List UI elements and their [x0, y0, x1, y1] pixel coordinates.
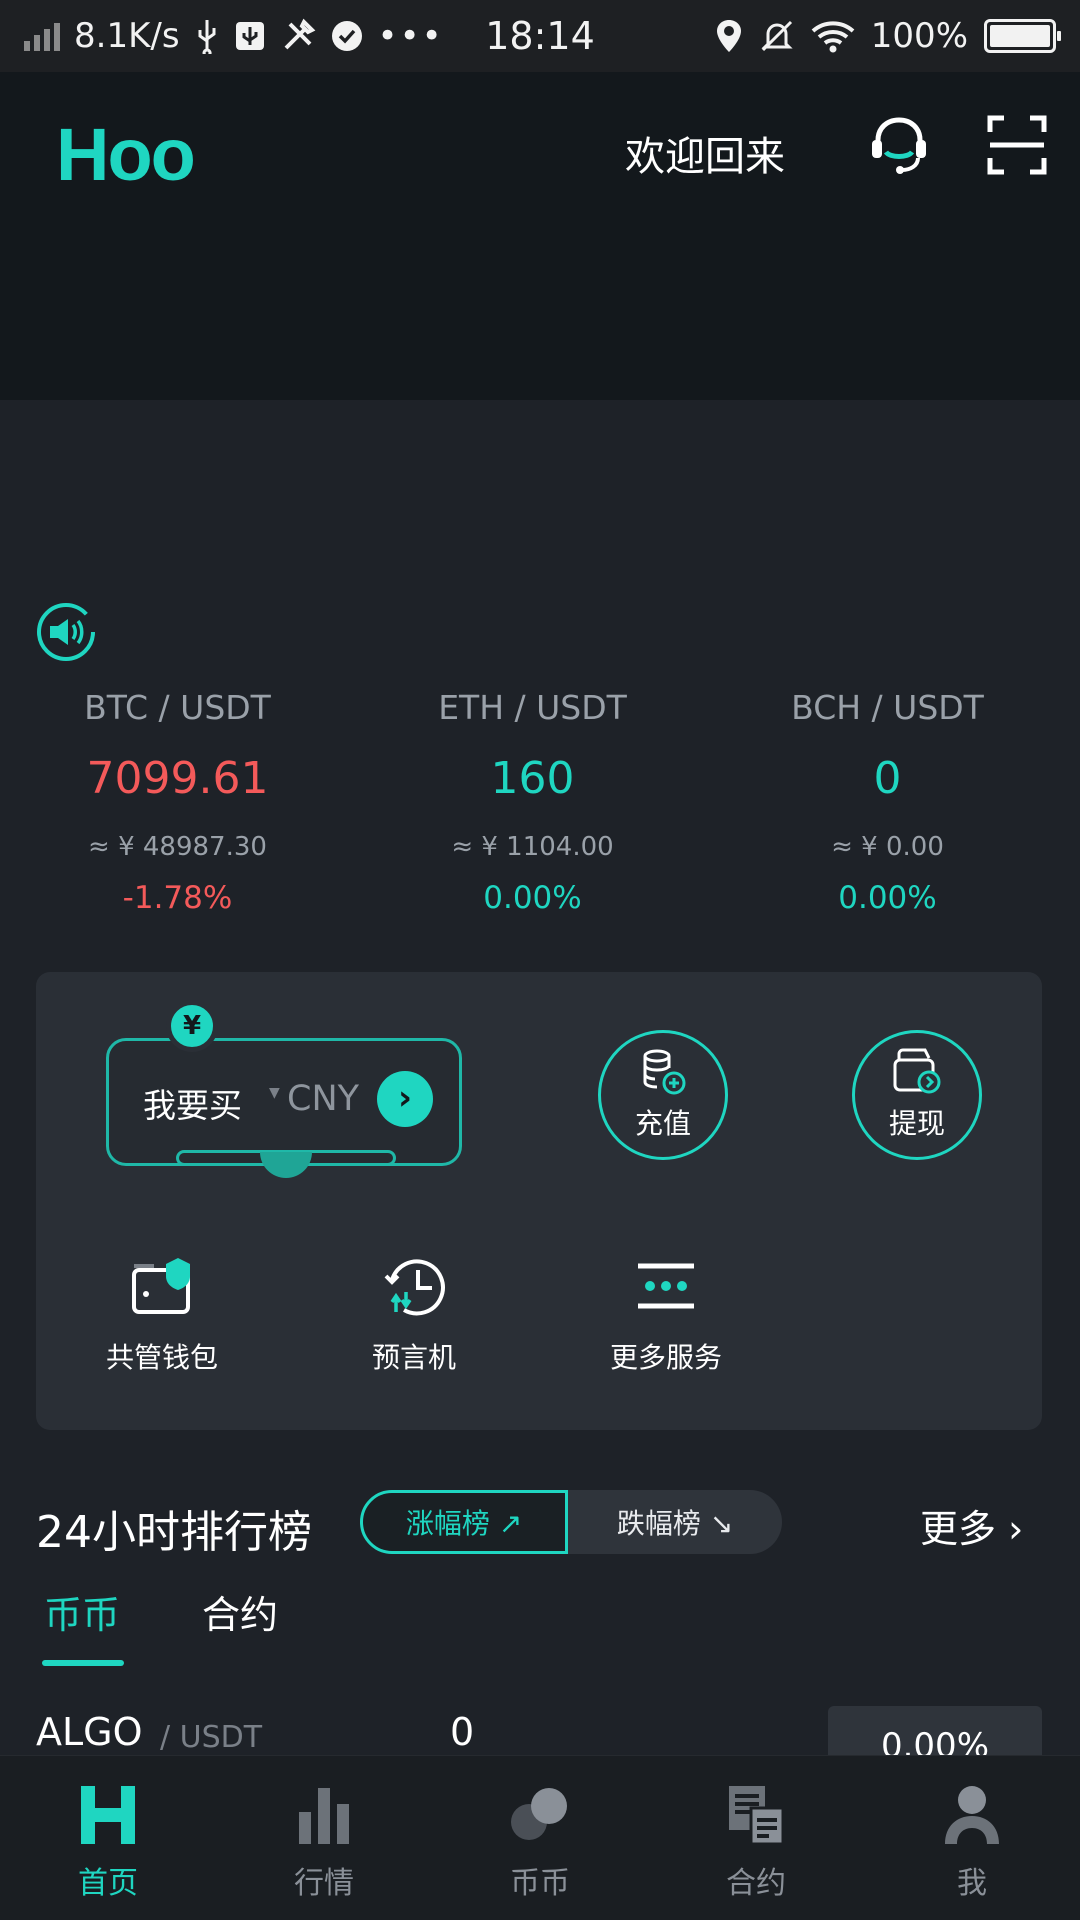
nav-label: 我 [957, 1866, 987, 1901]
rankings-title: 24小时排行榜 [36, 1507, 312, 1558]
service-label: 预言机 [371, 1341, 456, 1374]
profile-icon [945, 1786, 999, 1844]
ticker-change: 0.00% [483, 880, 582, 916]
ticker-price: 7099.61 [86, 753, 269, 804]
withdraw-icon [893, 1048, 941, 1094]
nav-home[interactable]: 首页 [0, 1756, 216, 1920]
bottom-nav: 首页 行情 币币 合约 我 [0, 1755, 1080, 1920]
buy-box-knob [260, 1152, 312, 1178]
ticker-bch[interactable]: BCH / USDT 0 ≈ ¥ 0.00 0.00% [710, 688, 1065, 916]
dropdown-caret-icon: ▼ [269, 1085, 280, 1101]
buy-currency[interactable]: CNY [287, 1079, 359, 1119]
nav-contract[interactable]: 合约 [648, 1756, 864, 1920]
ticker-price: 160 [490, 753, 575, 804]
oracle-button[interactable]: 预言机 [334, 1254, 494, 1376]
more-services-button[interactable]: 更多服务 [586, 1254, 746, 1376]
gainers-tab[interactable]: 涨幅榜 ↗ [360, 1490, 568, 1554]
market-bars-icon [299, 1788, 349, 1844]
ticker-pair: BCH / USDT [791, 688, 984, 727]
battery-icon [984, 19, 1061, 53]
scan-icon[interactable] [986, 114, 1048, 176]
ticker-cny: ≈ ¥ 1104.00 [451, 832, 614, 862]
market-tabs: 币币 合约 [44, 1584, 278, 1639]
nav-profile[interactable]: 我 [864, 1756, 1080, 1920]
ticker-change: -1.78% [122, 880, 233, 916]
ticker-list: BTC / USDT 7099.61 ≈ ¥ 48987.30 -1.78% E… [0, 688, 1080, 916]
buy-go-button[interactable]: › [377, 1071, 433, 1127]
home-h-icon [81, 1786, 135, 1844]
ticker-change: 0.00% [838, 880, 937, 916]
row-quote: / USDT [160, 1720, 263, 1755]
service-label: 更多服务 [609, 1341, 722, 1374]
withdraw-label: 提现 [888, 1107, 945, 1140]
deposit-button[interactable]: 充值 [598, 1030, 728, 1160]
more-rankings-link[interactable]: 更多 › [920, 1498, 1023, 1553]
active-tab-indicator [42, 1660, 124, 1666]
rank-toggle: 涨幅榜 ↗ 跌幅榜 ↘ [360, 1490, 782, 1554]
nav-label: 首页 [78, 1866, 138, 1901]
row-price: 0 [450, 1710, 475, 1754]
wallet-shield-icon [132, 1258, 190, 1314]
nav-market[interactable]: 行情 [216, 1756, 432, 1920]
buy-label: 我要买 [143, 1086, 242, 1125]
customer-service-icon[interactable] [868, 114, 930, 176]
nav-spot[interactable]: 币币 [432, 1756, 648, 1920]
tab-spot[interactable]: 币币 [44, 1584, 120, 1639]
announcement-speaker-icon[interactable] [36, 602, 96, 662]
ticker-eth[interactable]: ETH / USDT 160 ≈ ¥ 1104.00 0.00% [355, 688, 710, 916]
hoo-logo[interactable]: Hoo [56, 112, 196, 197]
yuan-coin-icon: ¥ [166, 1000, 218, 1052]
ticker-pair: ETH / USDT [438, 688, 627, 727]
row-base: ALGO [36, 1710, 143, 1754]
ticker-pair: BTC / USDT [84, 688, 271, 727]
contract-doc-icon [729, 1786, 785, 1846]
ranking-row[interactable]: ALGO / USDT 0 0.00% [36, 1706, 1042, 1766]
nav-label: 合约 [726, 1866, 786, 1901]
ticker-price: 0 [873, 753, 902, 804]
tab-contract[interactable]: 合约 [202, 1584, 278, 1639]
app-header: Hoo 欢迎回来 [0, 72, 1080, 400]
deposit-icon [643, 1049, 686, 1095]
ticker-cny: ≈ ¥ 0.00 [831, 832, 944, 862]
withdraw-button[interactable]: 提现 [852, 1030, 982, 1160]
oracle-clock-icon [384, 1259, 445, 1316]
status-bar: 8.1K/s ••• 18:14 100% [0, 0, 1080, 72]
coins-icon [511, 1788, 567, 1840]
ticker-cny: ≈ ¥ 48987.30 [88, 832, 267, 862]
more-services-icon [638, 1263, 694, 1309]
service-label: 共管钱包 [105, 1341, 218, 1374]
losers-tab[interactable]: 跌幅榜 ↘ [568, 1490, 782, 1554]
services-card: 我要买 ▼ CNY › ¥ 充值 提现 共管钱包 预言机 更多服务 [36, 972, 1042, 1430]
buy-crypto-box[interactable]: 我要买 ▼ CNY › [106, 1038, 462, 1166]
status-time: 18:14 [485, 14, 595, 58]
nav-label: 行情 [294, 1866, 354, 1901]
co-managed-wallet-button[interactable]: 共管钱包 [82, 1254, 242, 1376]
ticker-btc[interactable]: BTC / USDT 7099.61 ≈ ¥ 48987.30 -1.78% [0, 688, 355, 916]
deposit-label: 充值 [634, 1107, 691, 1140]
welcome-text: 欢迎回来 [625, 134, 785, 180]
nav-label: 币币 [510, 1866, 570, 1901]
